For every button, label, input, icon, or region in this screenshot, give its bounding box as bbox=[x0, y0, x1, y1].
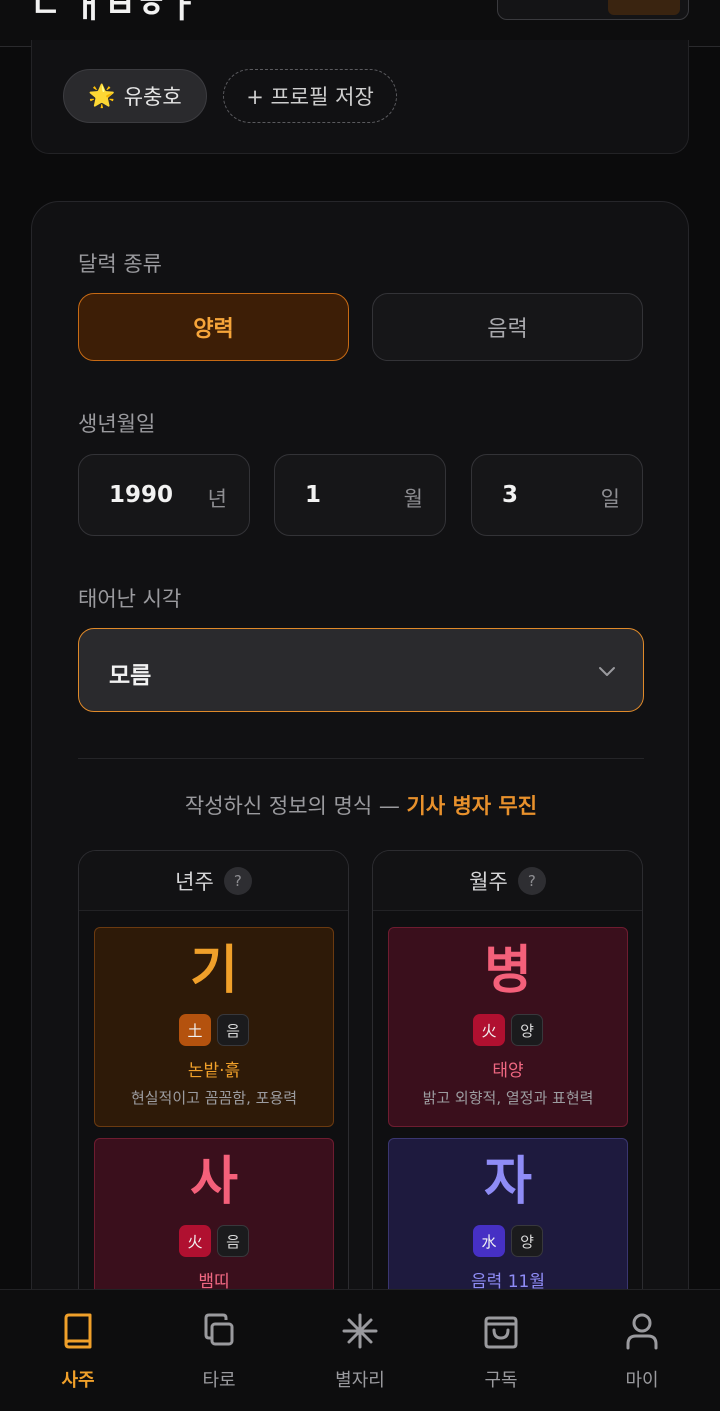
pillar-title: 년주 bbox=[175, 869, 214, 894]
nav-label: 타로 bbox=[202, 1370, 236, 1391]
yinyang-badge: 음 bbox=[217, 1014, 249, 1046]
element-badge: 火 bbox=[473, 1014, 505, 1046]
stem-character: 병 bbox=[484, 941, 532, 1001]
nav-label: 마이 bbox=[625, 1370, 659, 1391]
heavenly-stem-cell[interactable]: 병 火 양 태양 밝고 외향적, 열정과 표현력 bbox=[388, 927, 628, 1127]
heavenly-stem-cell[interactable]: 기 土 음 논밭·흙 현실적이고 꼼꼼함, 포용력 bbox=[94, 927, 334, 1127]
calendar-solar-button[interactable]: 양력 bbox=[78, 293, 349, 361]
help-icon[interactable]: ? bbox=[517, 866, 546, 895]
nav-item-subscription[interactable]: 구독 bbox=[441, 1310, 561, 1392]
birthtime-value: 모름 bbox=[109, 663, 152, 689]
stem-character: 기 bbox=[190, 941, 238, 1001]
nav-item-horoscope[interactable]: 별자리 bbox=[300, 1310, 420, 1392]
birthdate-label: 생년월일 bbox=[78, 412, 156, 436]
profile-card: 🌟 유충호 + 프로필 저장 bbox=[31, 40, 689, 154]
birthtime-label: 태어난 시각 bbox=[78, 587, 182, 611]
nav-label: 구독 bbox=[484, 1370, 518, 1391]
saved-profile-name: 유충호 bbox=[123, 85, 182, 109]
bottom-nav: 사주 타로 별자리 구독 마이 bbox=[0, 1289, 720, 1411]
birth-year-unit: 년 bbox=[207, 487, 227, 511]
birth-month-value: 1 bbox=[305, 482, 322, 508]
summary-myeongsik: 기사 병자 무진 bbox=[406, 794, 538, 818]
birthtime-select[interactable]: 모름 bbox=[78, 628, 644, 712]
nav-label: 사주 bbox=[61, 1370, 95, 1391]
help-icon[interactable]: ? bbox=[223, 866, 252, 895]
element-badge: 土 bbox=[179, 1014, 211, 1046]
shopping-bag-icon bbox=[484, 1316, 518, 1349]
asterisk-icon bbox=[342, 1313, 378, 1349]
nav-label: 별자리 bbox=[335, 1370, 385, 1391]
birth-day-input[interactable]: 3 일 bbox=[471, 454, 643, 536]
stem-meaning: 논밭·흙 bbox=[187, 1061, 241, 1081]
calendar-lunar-button[interactable]: 음력 bbox=[372, 293, 643, 361]
pillar-header: 년주 ? bbox=[79, 851, 348, 911]
summary-prefix: 작성하신 정보의 명식 — bbox=[184, 794, 400, 818]
stem-description: 밝고 외향적, 열정과 표현력 bbox=[422, 1089, 594, 1107]
stem-description: 현실적이고 꼼꼼함, 포용력 bbox=[130, 1089, 298, 1107]
header-action-button[interactable] bbox=[497, 0, 689, 20]
birth-year-value: 1990 bbox=[109, 482, 174, 508]
element-badge: 火 bbox=[179, 1225, 211, 1257]
yinyang-badge: 양 bbox=[511, 1225, 543, 1257]
save-profile-button[interactable]: + 프로필 저장 bbox=[223, 69, 397, 123]
page-title: ㄷ ㅐㅂㅎㅏ bbox=[30, 0, 199, 26]
branch-character: 자 bbox=[484, 1152, 532, 1212]
book-icon bbox=[64, 1313, 92, 1349]
user-icon bbox=[626, 1313, 658, 1350]
element-badge: 水 bbox=[473, 1225, 505, 1257]
branch-character: 사 bbox=[190, 1152, 238, 1212]
birth-month-input[interactable]: 1 월 bbox=[274, 454, 446, 536]
saju-form-card: 달력 종류 양력 음력 생년월일 1990 년 1 월 3 일 태어난 시각 모… bbox=[31, 201, 690, 1410]
nav-item-saju[interactable]: 사주 bbox=[18, 1310, 138, 1392]
yinyang-badge: 양 bbox=[511, 1014, 543, 1046]
nav-item-my[interactable]: 마이 bbox=[582, 1310, 702, 1392]
pillar-title: 월주 bbox=[469, 869, 508, 894]
birth-day-value: 3 bbox=[502, 482, 519, 508]
birth-year-input[interactable]: 1990 년 bbox=[78, 454, 250, 536]
calendar-type-label: 달력 종류 bbox=[78, 252, 162, 276]
cards-icon bbox=[204, 1313, 234, 1346]
birth-month-unit: 월 bbox=[403, 487, 423, 511]
divider bbox=[78, 758, 644, 759]
nav-item-tarot[interactable]: 타로 bbox=[159, 1310, 279, 1392]
birth-day-unit: 일 bbox=[600, 487, 620, 511]
pillar-header: 월주 ? bbox=[373, 851, 642, 911]
stem-meaning: 태양 bbox=[492, 1061, 524, 1081]
saved-profile-chip[interactable]: 🌟 유충호 bbox=[63, 69, 207, 123]
myeongsik-summary: 작성하신 정보의 명식 — 기사 병자 무진 bbox=[32, 790, 690, 820]
yinyang-badge: 음 bbox=[217, 1225, 249, 1257]
chevron-down-icon bbox=[599, 667, 615, 676]
star-icon: 🌟 bbox=[88, 83, 116, 109]
